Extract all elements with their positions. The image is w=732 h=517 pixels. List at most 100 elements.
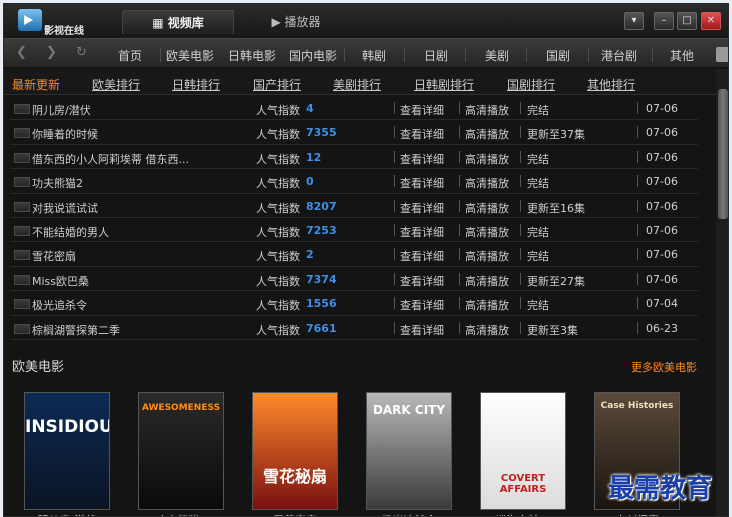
- item-title[interactable]: 阴儿房/潜伏: [32, 102, 91, 118]
- view-detail-link[interactable]: 查看详细: [400, 224, 444, 240]
- item-title[interactable]: Miss欧巴桑: [32, 273, 89, 289]
- maximize-button[interactable]: □: [677, 12, 697, 30]
- poster-thumbnail[interactable]: COVERT AFFAIRS: [480, 392, 566, 510]
- minimize-button[interactable]: –: [654, 12, 674, 30]
- subtab-jpkr-drama-rank[interactable]: 日韩剧排行: [414, 76, 474, 93]
- nav-korean-drama[interactable]: 韩剧: [362, 47, 386, 64]
- poster-thumbnail[interactable]: DARK CITY: [366, 392, 452, 510]
- film-icon: [14, 323, 30, 334]
- hd-play-link[interactable]: 高清播放: [465, 175, 509, 191]
- list-item[interactable]: 你睡着的时候 人气指数 7355 查看详细 高清播放 更新至37集 07-06: [10, 120, 698, 145]
- hd-play-link[interactable]: 高清播放: [465, 297, 509, 313]
- nav-jpkr-movies[interactable]: 日韩电影: [228, 47, 276, 64]
- nav-home[interactable]: 首页: [118, 47, 142, 64]
- poster-caption[interactable]: 阴儿房/潜伏: [17, 512, 117, 516]
- list-item[interactable]: 阴儿房/潜伏 人气指数 4 查看详细 高清播放 完结 07-06: [10, 96, 698, 121]
- subtab-domestic-rank[interactable]: 国产排行: [253, 76, 301, 93]
- view-detail-link[interactable]: 查看详细: [400, 273, 444, 289]
- item-title[interactable]: 雪花密扇: [32, 248, 76, 264]
- column-divider: [394, 199, 395, 212]
- list-item[interactable]: 棕榈湖警探第二季 人气指数 7661 查看详细 高清播放 更新至3集 06-23: [10, 316, 698, 340]
- nav-scroll-handle[interactable]: [716, 47, 728, 62]
- nav-divider: [652, 47, 653, 62]
- view-detail-link[interactable]: 查看详细: [400, 175, 444, 191]
- film-icon: [14, 201, 30, 212]
- poster-caption[interactable]: 尖刺探案: [587, 512, 687, 516]
- vertical-scrollbar[interactable]: [716, 69, 728, 516]
- nav-hktw-drama[interactable]: 港台剧: [601, 47, 637, 64]
- nav-divider: [588, 47, 589, 62]
- item-title[interactable]: 棕榈湖警探第二季: [32, 322, 120, 338]
- view-detail-link[interactable]: 查看详细: [400, 322, 444, 338]
- nav-cn-drama[interactable]: 国剧: [546, 47, 570, 64]
- column-divider: [637, 150, 638, 163]
- refresh-icon[interactable]: ↻: [76, 45, 87, 60]
- subtab-western-rank[interactable]: 欧美排行: [92, 76, 140, 93]
- view-detail-link[interactable]: 查看详细: [400, 200, 444, 216]
- subtab-other-rank[interactable]: 其他排行: [587, 76, 635, 93]
- item-title[interactable]: 不能结婚的男人: [32, 224, 109, 240]
- column-divider: [459, 126, 460, 139]
- list-item[interactable]: 不能结婚的男人 人气指数 7253 查看详细 高清播放 完结 07-06: [10, 218, 698, 243]
- poster-caption[interactable]: 雪花密扇: [245, 512, 345, 516]
- poster-caption[interactable]: 极光追杀令: [359, 512, 459, 516]
- list-item[interactable]: 对我说谎试试 人气指数 8207 查看详细 高清播放 更新至16集 07-06: [10, 194, 698, 218]
- nav-domestic-movies[interactable]: 国内电影: [289, 47, 337, 64]
- view-detail-link[interactable]: 查看详细: [400, 102, 444, 118]
- forward-icon[interactable]: ❯: [46, 45, 57, 60]
- popularity-value: 2: [306, 248, 314, 262]
- item-title[interactable]: 对我说谎试试: [32, 200, 98, 216]
- tab-video-library[interactable]: ▦ 视频库: [122, 10, 234, 34]
- item-title[interactable]: 借东西的小人阿莉埃蒂 借东西...: [32, 151, 189, 167]
- list-item[interactable]: 极光追杀令 人气指数 1556 查看详细 高清播放 完结 07-04: [10, 291, 698, 316]
- popularity-value: 8207: [306, 199, 337, 213]
- item-title[interactable]: 极光追杀令: [32, 297, 87, 313]
- menu-button[interactable]: ▾: [624, 12, 644, 30]
- view-detail-link[interactable]: 查看详细: [400, 126, 444, 142]
- nav-us-drama[interactable]: 美剧: [485, 47, 509, 64]
- hd-play-link[interactable]: 高清播放: [465, 322, 509, 338]
- view-detail-link[interactable]: 查看详细: [400, 297, 444, 313]
- column-divider: [459, 321, 460, 334]
- hd-play-link[interactable]: 高清播放: [465, 224, 509, 240]
- ranking-tabs: 最新更新 欧美排行 日韩排行 国产排行 美剧排行 日韩剧排行 国剧排行 其他排行: [4, 69, 716, 95]
- back-icon[interactable]: ❮: [16, 45, 27, 60]
- item-title[interactable]: 功夫熊猫2: [32, 175, 83, 191]
- subtab-cn-drama-rank[interactable]: 国剧排行: [507, 76, 555, 93]
- hd-play-link[interactable]: 高清播放: [465, 151, 509, 167]
- popularity-value: 7355: [306, 126, 337, 140]
- more-western-movies-link[interactable]: 更多欧美电影: [631, 359, 697, 375]
- hd-play-link[interactable]: 高清播放: [465, 273, 509, 289]
- hd-play-link[interactable]: 高清播放: [465, 248, 509, 264]
- poster-caption[interactable]: 谍海女特工: [473, 512, 573, 516]
- subtab-latest[interactable]: 最新更新: [12, 76, 60, 93]
- view-detail-link[interactable]: 查看详细: [400, 248, 444, 264]
- close-button[interactable]: ✕: [701, 12, 721, 30]
- list-item[interactable]: 雪花密扇 人气指数 2 查看详细 高清播放 完结 07-06: [10, 242, 698, 267]
- list-item[interactable]: 功夫熊猫2 人气指数 0 查看详细 高清播放 完结 07-06: [10, 169, 698, 194]
- view-detail-link[interactable]: 查看详细: [400, 151, 444, 167]
- film-icon: [14, 152, 30, 163]
- poster-thumbnail[interactable]: INSIDIOUS: [24, 392, 110, 510]
- column-divider: [637, 297, 638, 310]
- column-divider: [394, 175, 395, 188]
- nav-western-movies[interactable]: 欧美电影: [166, 47, 214, 64]
- subtab-us-drama-rank[interactable]: 美剧排行: [333, 76, 381, 93]
- subtab-jpkr-rank[interactable]: 日韩排行: [172, 76, 220, 93]
- column-divider: [520, 248, 521, 261]
- tab-player[interactable]: ▶ 播放器: [240, 10, 352, 34]
- column-divider: [520, 175, 521, 188]
- film-icon: [14, 225, 30, 236]
- poster-thumbnail[interactable]: 雪花秘扇: [252, 392, 338, 510]
- hd-play-link[interactable]: 高清播放: [465, 200, 509, 216]
- nav-other[interactable]: 其他: [670, 47, 694, 64]
- item-title[interactable]: 你睡着的时候: [32, 126, 98, 142]
- hd-play-link[interactable]: 高清播放: [465, 102, 509, 118]
- poster-thumbnail[interactable]: AWESOMENESS: [138, 392, 224, 510]
- list-item[interactable]: Miss欧巴桑 人气指数 7374 查看详细 高清播放 更新至27集 07-06: [10, 267, 698, 292]
- hd-play-link[interactable]: 高清播放: [465, 126, 509, 142]
- scroll-thumb[interactable]: [718, 89, 728, 219]
- poster-caption[interactable]: 功夫熊猫2: [131, 512, 231, 516]
- list-item[interactable]: 借东西的小人阿莉埃蒂 借东西... 人气指数 12 查看详细 高清播放 完结 07-06: [10, 145, 698, 170]
- nav-japanese-drama[interactable]: 日剧: [424, 47, 448, 64]
